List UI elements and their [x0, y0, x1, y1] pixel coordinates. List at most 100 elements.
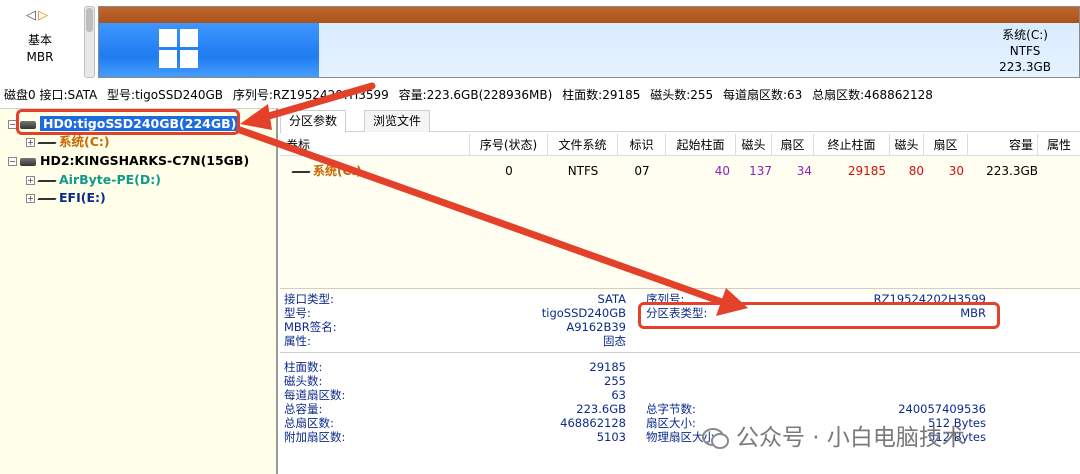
tab-browse-files[interactable]: 浏览文件 — [364, 110, 431, 132]
iface-value: SATA — [597, 292, 627, 306]
partition-size: 223.3GB — [999, 60, 1051, 74]
partition-block-system[interactable]: 系统(C:) NTFS 223.3GB — [98, 6, 1080, 78]
sectors-per-track-label: 每道扇区数: — [284, 388, 346, 402]
disk-icon — [20, 157, 36, 166]
next-disk-icon[interactable]: ▷ — [38, 8, 48, 23]
col-start-sec[interactable]: 扇区 — [772, 134, 814, 156]
partition-icon — [38, 140, 56, 146]
sector-size-label: 扇区大小: — [646, 416, 696, 430]
partition-name: 系统(C:) — [1002, 28, 1048, 42]
disk-info-line: 磁盘0 接口:SATA 型号:tigoSSD240GB 序列号:RZ195242… — [0, 86, 1080, 104]
info-serial: 序列号:RZ1952420?H3599 — [232, 88, 389, 102]
table-header: 卷标 序号(状态) 文件系统 标识 起始柱面 磁头 扇区 终止柱面 磁头 扇区 … — [280, 134, 1080, 156]
info-disk-iface: 磁盘0 接口:SATA — [4, 88, 98, 102]
col-end-cyl[interactable]: 终止柱面 — [814, 134, 890, 156]
tree-item-system-c[interactable]: + 系统(C:) — [26, 133, 110, 151]
tree-item-airbyte-pe[interactable]: + AirByte-PE(D:) — [26, 171, 161, 189]
divider — [280, 288, 1080, 289]
partition-icon — [38, 196, 56, 202]
tree-label-hd2: HD2:KINGSHARKS-C7N(15GB) — [40, 153, 250, 168]
extra-sectors-label: 附加扇区数: — [284, 430, 346, 444]
col-index[interactable]: 序号(状态) — [470, 134, 548, 156]
iface-label: 接口类型: — [284, 292, 334, 306]
disk-partition-style: MBR — [26, 50, 54, 64]
row-fs: NTFS — [567, 164, 599, 178]
heads-label: 磁头数: — [284, 374, 323, 388]
col-attr[interactable]: 属性 — [1038, 134, 1080, 156]
partition-info: 系统(C:) NTFS 223.3GB — [999, 27, 1051, 75]
mbr-signature-value: A9162B39 — [566, 320, 626, 334]
partition-fs: NTFS — [1009, 44, 1041, 58]
info-sectors-per-track: 每道扇区数:63 — [722, 88, 803, 102]
col-end-head[interactable]: 磁头 — [890, 134, 924, 156]
row-end-sec: 30 — [948, 164, 964, 178]
total-sectors-value: 468862128 — [560, 416, 626, 430]
disk-label: 基本 MBR — [14, 32, 66, 66]
total-capacity-value: 223.6GB — [576, 402, 626, 416]
total-capacity-label: 总容量: — [284, 402, 323, 416]
row-attr — [1038, 162, 1080, 180]
attr-value: 固态 — [603, 334, 626, 348]
tree-label-system-c: 系统(C:) — [59, 134, 110, 149]
disk-map-bar: ◁ ▷ 基本 MBR 系统(C:) NTFS 223.3GB — [0, 0, 1080, 84]
tree-label-airbyte: AirByte-PE(D:) — [59, 172, 161, 187]
windows-logo-icon — [159, 29, 199, 69]
col-start-head[interactable]: 磁头 — [736, 134, 772, 156]
mbr-signature-label: MBR签名: — [284, 320, 337, 334]
row-start-head: 137 — [749, 164, 772, 178]
total-bytes-label: 总字节数: — [646, 402, 696, 416]
total-bytes-value: 240057409536 — [898, 402, 986, 416]
disk-type: 基本 — [27, 33, 52, 47]
row-start-cyl: 40 — [714, 164, 730, 178]
extra-sectors-value: 5103 — [596, 430, 626, 444]
col-capacity[interactable]: 容量 — [968, 134, 1038, 156]
col-start-cyl[interactable]: 起始柱面 — [666, 134, 736, 156]
attr-label: 属性: — [284, 334, 311, 348]
row-end-head: 80 — [908, 164, 924, 178]
model-value: tigoSSD240GB — [541, 306, 626, 320]
info-cylinders: 柱面数:29185 — [562, 88, 641, 102]
highlight-box-hd0 — [16, 109, 240, 135]
watermark: 公众号 · 小白电脑技术 — [702, 418, 965, 452]
wechat-icon — [702, 427, 729, 449]
info-total-sectors: 总扇区数:468862128 — [812, 88, 933, 102]
row-label: 系统(C:) — [292, 162, 470, 180]
prev-disk-icon[interactable]: ◁ — [26, 8, 36, 23]
model-label: 型号: — [284, 306, 311, 320]
collapse-icon[interactable]: − — [8, 157, 17, 166]
watermark-text: 公众号 · 小白电脑技术 — [736, 425, 965, 451]
partition-icon — [38, 178, 56, 184]
partition-icon — [292, 169, 310, 175]
partition-table: 卷标 序号(状态) 文件系统 标识 起始柱面 磁头 扇区 终止柱面 磁头 扇区 … — [280, 134, 1080, 294]
tab-partition-params[interactable]: 分区参数 — [280, 110, 347, 133]
divider — [280, 352, 1080, 353]
row-index: 0 — [505, 164, 513, 178]
disk-map-scrollbar[interactable] — [84, 6, 95, 78]
col-id[interactable]: 标识 — [618, 134, 666, 156]
heads-value: 255 — [604, 374, 626, 388]
expand-icon[interactable]: + — [26, 176, 35, 185]
row-start-sec: 34 — [796, 164, 812, 178]
expand-icon[interactable]: + — [26, 194, 35, 203]
disk-tree: − HD0:tigoSSD240GB(224GB) + 系统(C:) − HD2:KI… — [0, 108, 278, 474]
col-label[interactable]: 卷标 — [280, 134, 470, 156]
tree-item-hd2[interactable]: − HD2:KINGSHARKS-C7N(15GB) — [8, 152, 249, 170]
expand-icon[interactable]: + — [26, 138, 35, 147]
col-end-sec[interactable]: 扇区 — [924, 134, 968, 156]
info-capacity: 容量:223.6GB(228936MB) — [398, 88, 553, 102]
row-end-cyl: 29185 — [847, 164, 886, 178]
info-heads: 磁头数:255 — [650, 88, 714, 102]
col-fs[interactable]: 文件系统 — [548, 134, 618, 156]
cylinders-label: 柱面数: — [284, 360, 323, 374]
info-model: 型号:tigoSSD240GB — [107, 88, 223, 102]
total-sectors-label: 总扇区数: — [284, 416, 334, 430]
highlight-box-partition-table-type — [638, 302, 1000, 329]
sectors-per-track-value: 63 — [611, 388, 626, 402]
cylinders-value: 29185 — [589, 360, 626, 374]
tree-item-efi[interactable]: + EFI(E:) — [26, 189, 106, 207]
row-id: 07 — [634, 164, 650, 178]
tree-label-efi: EFI(E:) — [59, 190, 106, 205]
row-capacity: 223.3GB — [986, 164, 1038, 178]
tab-bar: 分区参数 浏览文件 — [280, 108, 1080, 133]
disk-nav-arrows[interactable]: ◁ ▷ — [26, 8, 48, 23]
